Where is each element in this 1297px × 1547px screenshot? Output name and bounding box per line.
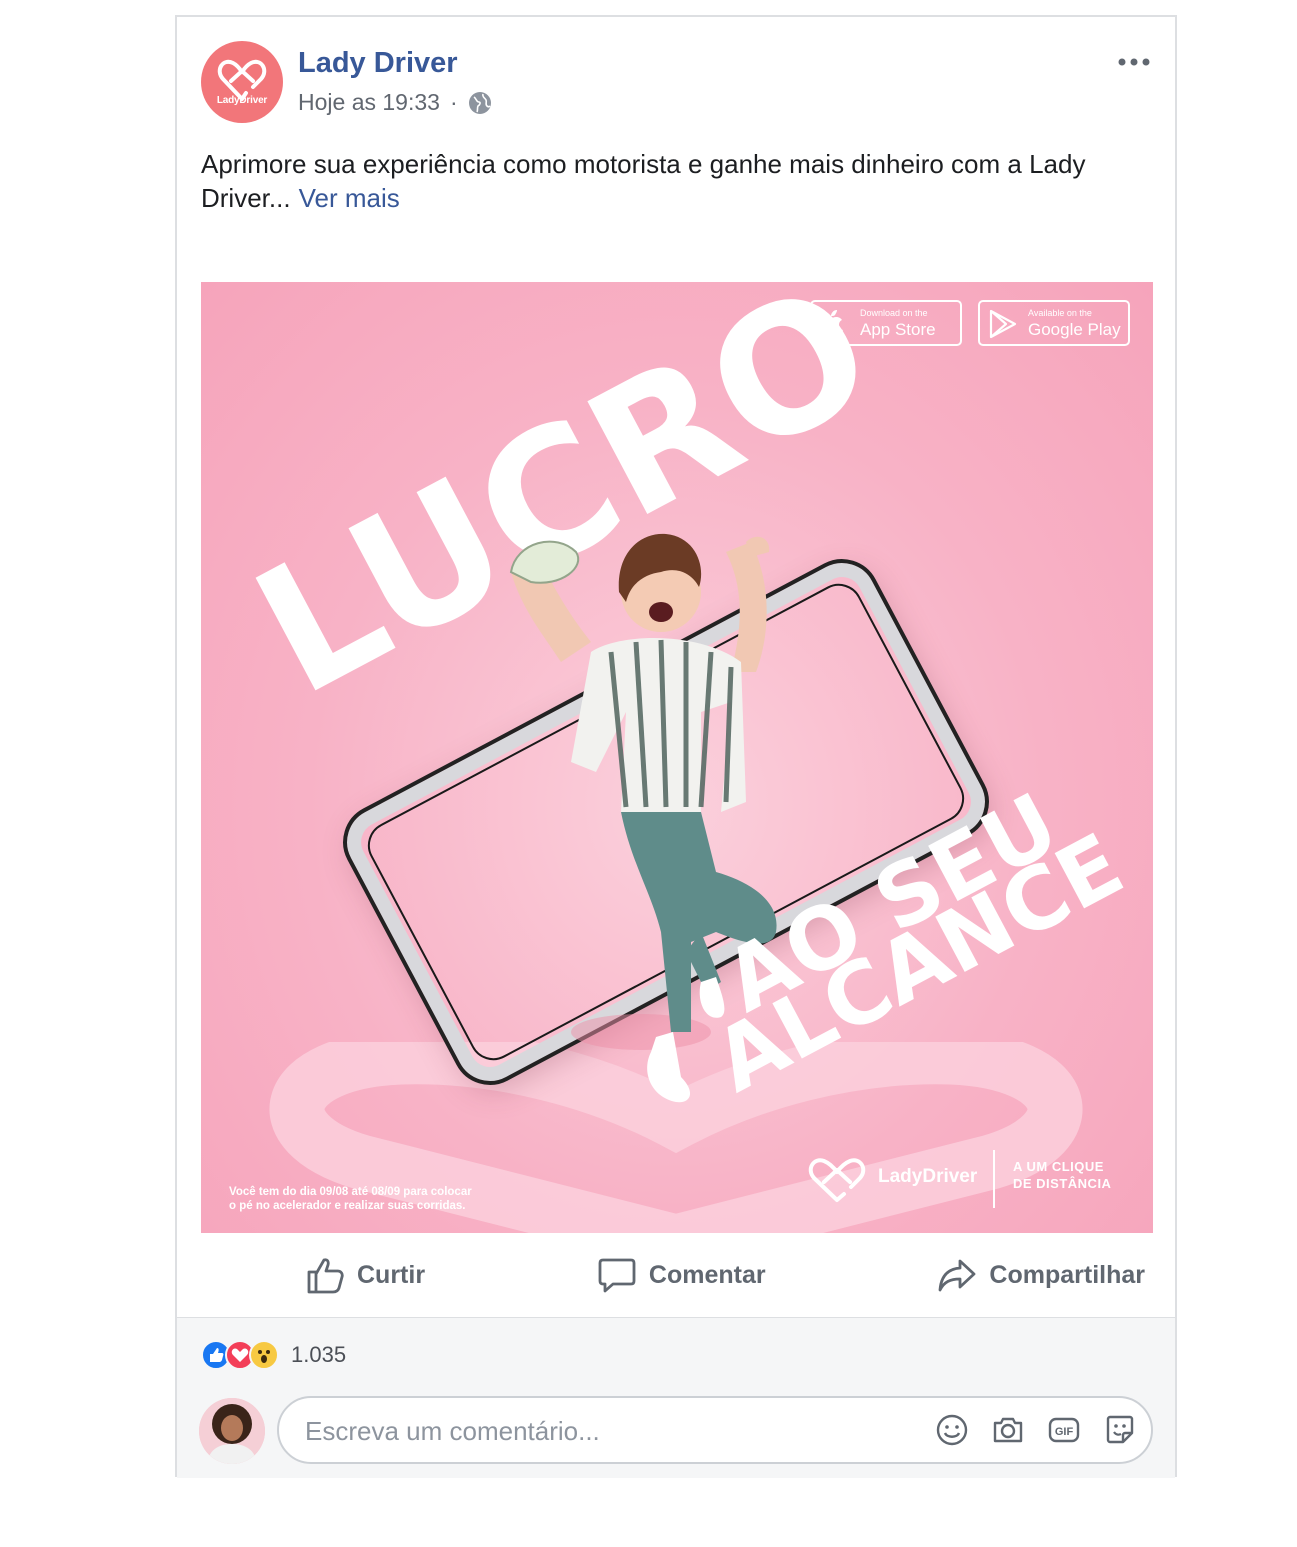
post-body: Aprimore sua experiência como motorista … [201,147,1141,215]
svg-text:GIF: GIF [1055,1426,1074,1438]
like-button[interactable]: Curtir [305,1255,425,1295]
see-more-link[interactable]: Ver mais [299,183,400,213]
wow-reaction-icon [249,1340,279,1370]
more-options-icon[interactable] [1117,55,1151,69]
like-label: Curtir [357,1260,426,1289]
share-label: Compartilhar [989,1260,1145,1289]
page-avatar[interactable]: LadyDriver [201,41,283,123]
post-actions: Curtir Comentar Compartilhar [201,1239,1153,1311]
ad-image[interactable]: Download on the App Store Available on t… [201,282,1153,1233]
google-play-label: Google Play [1028,320,1121,339]
brand-divider [993,1150,995,1208]
gif-icon[interactable]: GIF [1047,1413,1081,1447]
globe-icon[interactable] [468,91,492,115]
tagline-line-2: DE DISTÂNCIA [1013,1176,1112,1191]
comment-composer: GIF [277,1396,1153,1464]
tagline-line-1: A UM CLIQUE [1013,1159,1104,1174]
ad-footer-text: Você tem do dia 09/08 até 08/09 para col… [229,1185,569,1213]
comment-tools: GIF [935,1413,1137,1447]
brand-name: LadyDriver [878,1166,978,1187]
user-photo [199,1398,265,1464]
heart-logo-icon [217,59,267,101]
ad-tagline: A UM CLIQUE DE DISTÂNCIA [1013,1158,1143,1192]
camera-icon[interactable] [991,1413,1025,1447]
brand-heart-icon [808,1158,866,1202]
share-button[interactable]: Compartilhar [937,1255,1145,1295]
post-header: LadyDriver Lady Driver Hoje as 19:33 · [201,41,1151,131]
post-footer: 1.035 Escreva um comentário... GIF [177,1317,1175,1478]
meta-separator: · [449,89,458,115]
google-play-icon [989,309,1017,339]
google-play-badge[interactable]: Available on the Google Play [978,300,1130,346]
reactions-summary[interactable]: 1.035 [201,1340,346,1370]
post-card: LadyDriver Lady Driver Hoje as 19:33 · A… [175,15,1177,1478]
ad-footer-line-2: o pé no acelerador e realizar suas corri… [229,1200,466,1212]
comment-button[interactable]: Comentar [597,1255,766,1295]
user-avatar[interactable] [199,1398,265,1464]
share-arrow-icon [939,1259,976,1292]
post-meta: Hoje as 19:33 · [298,89,492,116]
google-play-small-text: Available on the [1028,308,1092,318]
ad-footer-line-1: Você tem do dia 09/08 até 08/09 para col… [229,1186,472,1198]
reaction-count: 1.035 [291,1342,347,1367]
logo-text: LadyDriver [216,95,268,106]
thumbs-up-icon [307,1258,344,1294]
page-name-link[interactable]: Lady Driver [298,47,458,80]
app-store-small-text: Download on the [860,308,928,318]
comment-bubble-icon [598,1258,636,1293]
sticker-icon[interactable] [1103,1413,1137,1447]
comment-label: Comentar [648,1260,766,1289]
post-timestamp[interactable]: Hoje as 19:33 [298,89,440,116]
app-store-label: App Store [860,320,936,339]
emoji-icon[interactable] [935,1413,969,1447]
comment-input[interactable] [303,1412,907,1450]
